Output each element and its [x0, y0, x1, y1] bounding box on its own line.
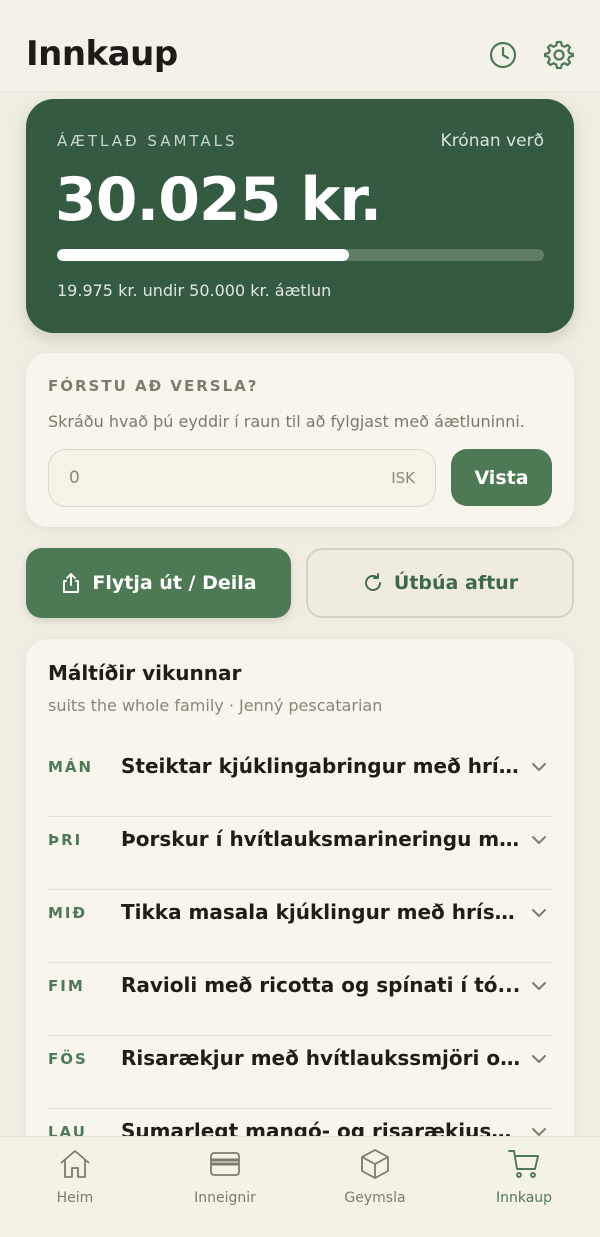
home-icon — [58, 1147, 92, 1185]
meal-day: MIÐ — [48, 904, 88, 922]
save-button[interactable]: Vista — [451, 449, 552, 506]
meal-dish: Steiktar kjúklingabringur með hrís... — [121, 754, 521, 778]
budget-amount: 30.025 kr. — [55, 165, 382, 235]
box-icon — [358, 1147, 392, 1185]
store-price-label: Krónan verð — [440, 131, 544, 151]
spend-label: FÓRSTU AÐ VERSLA? — [48, 377, 259, 395]
meal-row-fri[interactable]: FÖS Risarækjur með hvítlaukssmjöri o... — [48, 1036, 552, 1109]
meal-day: FIM — [48, 977, 85, 995]
meal-day: FÖS — [48, 1050, 88, 1068]
meal-row-mon[interactable]: MÁN Steiktar kjúklingabringur með hrís..… — [48, 744, 552, 817]
meal-row-wed[interactable]: MIÐ Tikka masala kjúklingur með hrísg... — [48, 890, 552, 963]
budget-progress-bar — [57, 249, 544, 261]
clock-icon — [488, 41, 518, 74]
nav-label: Geymsla — [344, 1190, 406, 1206]
card-icon — [208, 1147, 242, 1185]
bottom-navigation: Heim Inneignir Geymsla Innkaup — [0, 1136, 600, 1237]
spend-amount-input[interactable] — [69, 450, 369, 506]
budget-card: ÁÆTLAÐ SAMTALS Krónan verð 30.025 kr. 19… — [26, 99, 574, 333]
meal-row-tue[interactable]: ÞRI Þorskur í hvítlauksmarineringu m... — [48, 817, 552, 890]
budget-label: ÁÆTLAÐ SAMTALS — [57, 132, 238, 150]
meal-dish: Þorskur í hvítlauksmarineringu m... — [121, 827, 521, 851]
cart-icon — [507, 1147, 541, 1185]
meal-dish: Ravioli með ricotta og spínati í tó... — [121, 973, 521, 997]
page-title: Innkaup — [26, 34, 178, 74]
meal-dish: Risarækjur með hvítlaukssmjöri o... — [121, 1046, 521, 1070]
export-share-button[interactable]: Flytja út / Deila — [26, 548, 291, 618]
spend-description: Skráðu hvað þú eyddir í raun til að fylg… — [48, 412, 525, 431]
meals-title: Máltíðir vikunnar — [48, 661, 242, 685]
meals-subtitle: suits the whole family · Jenný pescatari… — [48, 696, 383, 715]
nav-label: Inneignir — [194, 1190, 256, 1206]
history-button[interactable] — [488, 40, 518, 70]
meal-day: MÁN — [48, 758, 94, 776]
chevron-down-icon — [528, 829, 550, 851]
regenerate-button[interactable]: Útbúa aftur — [306, 548, 574, 618]
nav-label: Innkaup — [495, 1190, 553, 1206]
weekly-meals-card: Máltíðir vikunnar suits the whole family… — [26, 639, 574, 1199]
currency-unit: ISK — [391, 469, 415, 487]
meal-day: ÞRI — [48, 831, 83, 849]
meal-row-thu[interactable]: FIM Ravioli með ricotta og spínati í tó.… — [48, 963, 552, 1036]
nav-item-credits[interactable]: Inneignir — [165, 1147, 285, 1217]
chevron-down-icon — [528, 1048, 550, 1070]
nav-item-pantry[interactable]: Geymsla — [315, 1147, 435, 1217]
shopping-screen: Innkaup ÁÆTLAÐ SAMTALS Krónan verð 30.02… — [0, 0, 600, 1237]
spend-input-wrapper: ISK — [48, 449, 436, 507]
chevron-down-icon — [528, 902, 550, 924]
app-header: Innkaup — [0, 0, 600, 92]
settings-button[interactable] — [543, 40, 575, 70]
chevron-down-icon — [528, 756, 550, 778]
nav-label: Heim — [56, 1190, 94, 1206]
gear-icon — [543, 40, 575, 74]
regenerate-label: Útbúa aftur — [393, 572, 519, 594]
export-share-label: Flytja út / Deila — [92, 572, 257, 594]
actual-spend-card: FÓRSTU AÐ VERSLA? Skráðu hvað þú eyddir … — [26, 353, 574, 527]
refresh-icon — [362, 572, 384, 594]
budget-note: 19.975 kr. undir 50.000 kr. áætlun — [57, 281, 332, 300]
chevron-down-icon — [528, 975, 550, 997]
nav-item-home[interactable]: Heim — [15, 1147, 135, 1217]
share-icon — [60, 572, 82, 594]
budget-progress-fill — [57, 249, 350, 261]
meal-dish: Tikka masala kjúklingur með hrísg... — [121, 900, 521, 924]
nav-item-shopping[interactable]: Innkaup — [464, 1147, 584, 1217]
